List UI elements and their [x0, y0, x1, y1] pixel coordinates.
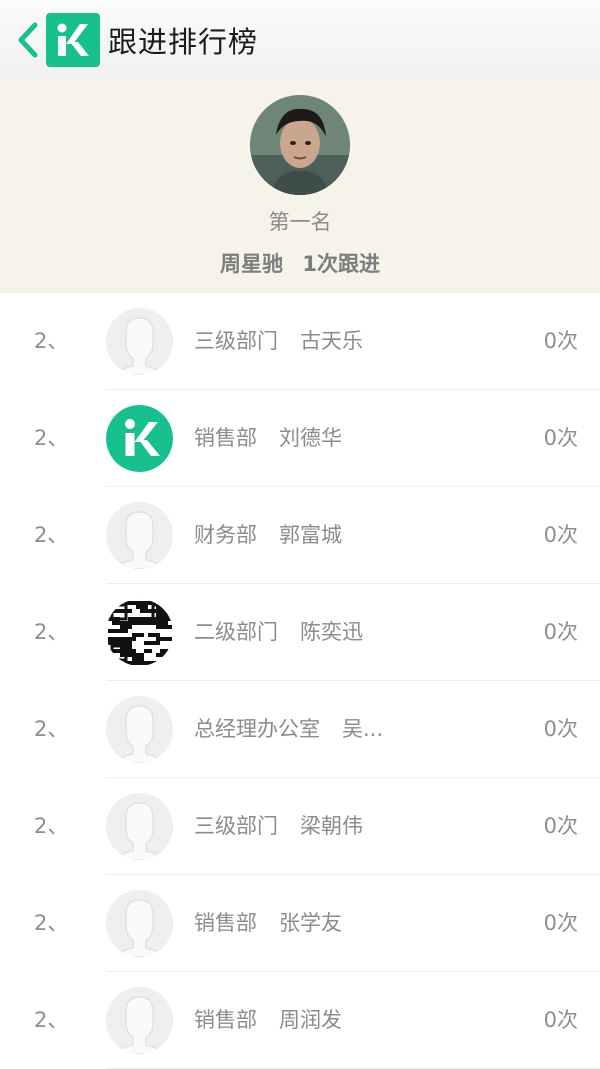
department-name: 三级部门	[194, 814, 278, 838]
member-info: 销售部 刘德华	[194, 390, 342, 487]
list-item[interactable]: 2、 三级部门 梁朝伟 0次	[0, 778, 600, 875]
rank-number: 2、	[34, 717, 69, 741]
default-avatar-icon	[106, 502, 173, 569]
avatar[interactable]	[106, 502, 173, 569]
member-name: 陈奕迅	[300, 620, 363, 644]
follow-up-count: 0次	[543, 911, 578, 935]
default-avatar-icon	[106, 308, 173, 375]
rank-number: 2、	[34, 329, 69, 353]
member-name: 古天乐	[300, 329, 363, 353]
member-info: 财务部 郭富城	[194, 487, 342, 584]
department-name: 总经理办公室	[194, 717, 320, 741]
avatar[interactable]	[106, 793, 173, 860]
department-name: 二级部门	[194, 620, 278, 644]
follow-up-count: 0次	[543, 523, 578, 547]
rank-number: 2、	[34, 814, 69, 838]
follow-up-count: 0次	[543, 814, 578, 838]
avatar[interactable]	[106, 308, 173, 375]
department-name: 销售部	[194, 911, 257, 935]
top-bar: 跟进排行榜	[0, 0, 600, 81]
member-info: 三级部门 梁朝伟	[194, 778, 363, 875]
member-name: 刘德华	[279, 426, 342, 450]
page-title: 跟进排行榜	[108, 25, 259, 59]
default-avatar-icon	[106, 696, 173, 763]
default-avatar-icon	[106, 987, 173, 1054]
avatar[interactable]	[106, 599, 173, 666]
k-logo-avatar-icon	[106, 405, 173, 472]
rank-number: 2、	[34, 426, 69, 450]
rank-number: 2、	[34, 523, 69, 547]
rank-number: 2、	[34, 911, 69, 935]
department-name: 销售部	[194, 426, 257, 450]
first-place-info: 周星驰 1次跟进	[0, 248, 600, 278]
member-info: 总经理办公室 吴...	[194, 681, 383, 778]
qr-code-avatar-icon	[106, 599, 173, 666]
rank-number: 2、	[34, 620, 69, 644]
app-logo	[46, 13, 100, 67]
member-name: 张学友	[279, 911, 342, 935]
member-info: 销售部 周润发	[194, 972, 342, 1069]
department-name: 财务部	[194, 523, 257, 547]
follow-up-count: 0次	[543, 620, 578, 644]
k-logo-icon	[57, 23, 89, 56]
list-item[interactable]: 2、 财务部 郭富城 0次	[0, 487, 600, 584]
department-name: 三级部门	[194, 329, 278, 353]
member-name: 周润发	[279, 1008, 342, 1032]
follow-up-count: 0次	[543, 329, 578, 353]
ranking-list: 2、 三级部门 古天乐 0次 2、 销售部 刘德华 0次 2、 财务部 郭富城 0次 2、 二级部门 陈奕迅…	[0, 293, 600, 1069]
member-info: 二级部门 陈奕迅	[194, 584, 363, 681]
department-name: 销售部	[194, 1008, 257, 1032]
first-place-avatar[interactable]	[250, 95, 350, 195]
list-item[interactable]: 2、 销售部 刘德华 0次	[0, 390, 600, 487]
member-name: 郭富城	[279, 523, 342, 547]
avatar[interactable]	[106, 405, 173, 472]
list-item[interactable]: 2、 销售部 周润发 0次	[0, 972, 600, 1069]
list-item[interactable]: 2、 总经理办公室 吴... 0次	[0, 681, 600, 778]
back-button[interactable]	[10, 10, 46, 70]
rank-number: 2、	[34, 1008, 69, 1032]
member-name: 吴...	[342, 717, 384, 741]
avatar[interactable]	[106, 696, 173, 763]
list-item[interactable]: 2、 销售部 张学友 0次	[0, 875, 600, 972]
avatar[interactable]	[106, 987, 173, 1054]
first-place-banner: 第一名 周星驰 1次跟进	[0, 80, 600, 293]
follow-up-count: 0次	[543, 717, 578, 741]
first-place-count: 1次跟进	[302, 252, 380, 276]
member-info: 销售部 张学友	[194, 875, 342, 972]
person-photo-icon	[250, 95, 350, 195]
member-info: 三级部门 古天乐	[194, 293, 363, 390]
first-place-name: 周星驰	[220, 252, 284, 276]
list-item[interactable]: 2、 二级部门 陈奕迅 0次	[0, 584, 600, 681]
member-name: 梁朝伟	[300, 814, 363, 838]
list-item[interactable]: 2、 三级部门 古天乐 0次	[0, 293, 600, 390]
default-avatar-icon	[106, 890, 173, 957]
back-arrow-icon	[18, 22, 38, 58]
follow-up-count: 0次	[543, 1008, 578, 1032]
follow-up-count: 0次	[543, 426, 578, 450]
avatar[interactable]	[106, 890, 173, 957]
default-avatar-icon	[106, 793, 173, 860]
first-place-label: 第一名	[268, 210, 332, 234]
